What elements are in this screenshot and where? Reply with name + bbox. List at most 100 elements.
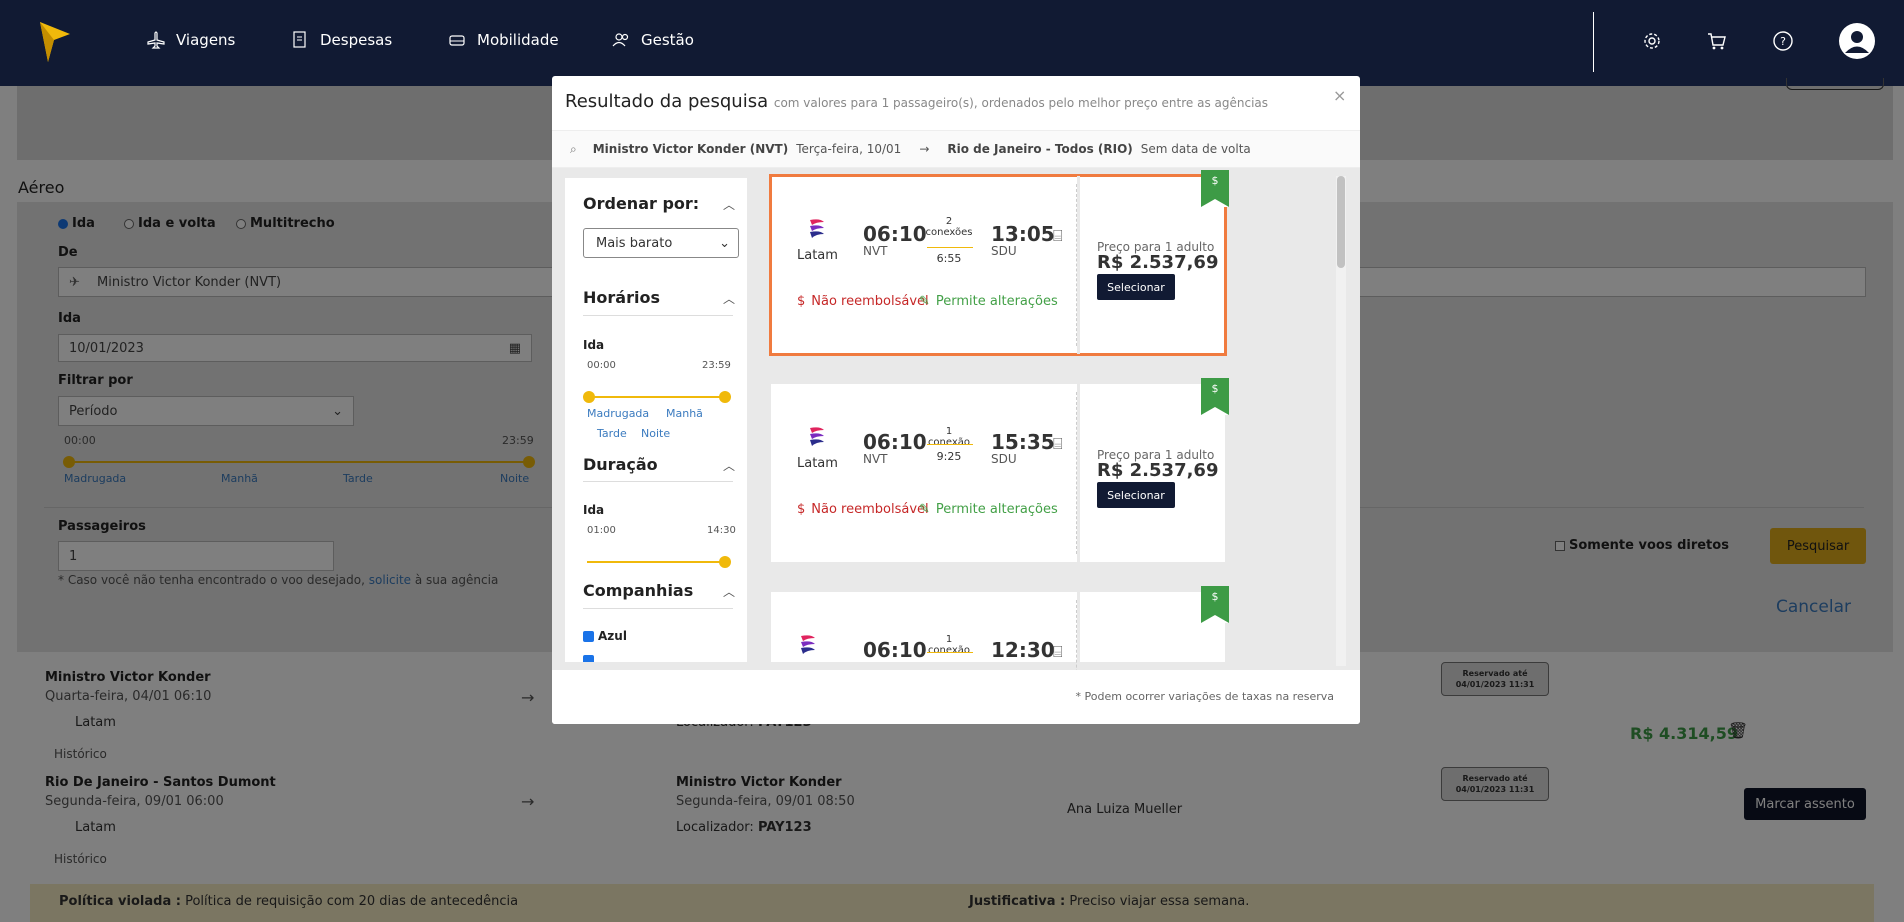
- car-icon: [449, 35, 465, 46]
- best-price-badge: $: [1201, 586, 1229, 623]
- airline: Latam: [797, 216, 838, 263]
- slider-handle-end[interactable]: [719, 556, 731, 568]
- edit-icon: ✎: [919, 294, 930, 309]
- chevron-up-icon[interactable]: ︿: [723, 583, 735, 600]
- plane-icon: [147, 31, 165, 49]
- modal-footer: * Podem ocorrer variações de taxas na re…: [552, 670, 1360, 724]
- arrival-code: SDU: [991, 244, 1017, 258]
- top-navbar: Viagens Despesas Mobilidade Gestão ?: [0, 0, 1904, 86]
- connections: 2 conexões: [925, 216, 973, 238]
- duration-title: Duração: [583, 455, 658, 474]
- order-title: Ordenar por:: [583, 194, 700, 213]
- close-icon[interactable]: ×: [1333, 86, 1346, 105]
- footer-note: * Podem ocorrer variações de taxas na re…: [1075, 690, 1334, 703]
- latam-logo-icon: [810, 427, 825, 446]
- changes-status: ✎ Permite alterações: [919, 294, 1058, 309]
- gear-icon[interactable]: [1641, 30, 1663, 52]
- arrival-time: 15:35: [991, 430, 1055, 454]
- card-dashed-divider: [1076, 184, 1077, 346]
- schedule-ida: Ida: [583, 338, 605, 352]
- divider: [583, 315, 733, 316]
- slider-handle-end[interactable]: [719, 391, 731, 403]
- avatar-icon[interactable]: [1838, 22, 1876, 60]
- nav-mobilidade[interactable]: Mobilidade: [447, 30, 559, 50]
- luggage-icon: ⌸: [1053, 434, 1063, 453]
- chevron-up-icon[interactable]: ︿: [723, 290, 735, 307]
- dur-end: 14:30: [707, 525, 736, 536]
- dollar-icon: $: [797, 294, 806, 309]
- luggage-icon: ⌸: [1053, 226, 1063, 245]
- company-checkbox[interactable]: [583, 655, 594, 662]
- svg-text:?: ?: [1780, 35, 1786, 48]
- search-icon: ⌕: [570, 141, 577, 156]
- route-summary: ⌕ Ministro Victor Konder (NVT) Terça-fei…: [552, 130, 1360, 168]
- arrow-right-icon: →: [919, 142, 930, 156]
- chevron-up-icon[interactable]: ︿: [723, 457, 735, 474]
- price: R$ 2.537,69: [1097, 460, 1219, 481]
- refund-status: $ Não reembolsável: [797, 294, 929, 309]
- departure-time: 06:10: [863, 430, 927, 454]
- departure-code: NVT: [863, 244, 888, 258]
- card-divider: [1077, 176, 1080, 354]
- logo-icon[interactable]: [38, 20, 72, 68]
- period-madrugada[interactable]: Madrugada: [587, 407, 649, 420]
- flight-card[interactable]: Latam 06:10 NVT 1 conexão 9:25 15:35 SDU…: [771, 378, 1229, 562]
- chevron-up-icon[interactable]: ︿: [723, 196, 735, 213]
- duration: 9:25: [936, 450, 962, 463]
- companies-title: Companhias: [583, 581, 694, 600]
- navbar-divider: [1593, 12, 1594, 72]
- nav-viagens[interactable]: Viagens: [146, 30, 235, 50]
- schedule-slider[interactable]: [589, 396, 725, 398]
- route-line: [927, 247, 973, 248]
- departure-time: 06:10: [863, 222, 927, 246]
- slider-handle-start[interactable]: [583, 391, 595, 403]
- latam-logo-icon: [801, 635, 815, 654]
- company-azul-checkbox[interactable]: Azul: [583, 629, 627, 643]
- sched-start: 00:00: [587, 360, 616, 371]
- nav-despesas[interactable]: Despesas: [290, 30, 392, 50]
- select-button[interactable]: Selecionar: [1097, 274, 1175, 300]
- duration: 6:55: [936, 252, 962, 265]
- best-price-badge: $: [1201, 378, 1229, 415]
- refund-status: $ Não reembolsável: [797, 502, 929, 517]
- scrollbar[interactable]: [1336, 176, 1346, 666]
- arrival-time: 12:30: [991, 638, 1055, 662]
- nav-gestao[interactable]: Gestão: [611, 30, 694, 50]
- filters-panel: Ordenar por: ︿ Mais barato ⌄ Horários ︿ I…: [565, 178, 747, 662]
- route-line: [927, 652, 973, 653]
- duration-slider[interactable]: [587, 561, 725, 563]
- changes-status: ✎ Permite alterações: [919, 502, 1058, 517]
- route-line: [927, 444, 973, 445]
- chevron-down-icon: ⌄: [719, 235, 730, 251]
- card-divider: [1077, 384, 1080, 562]
- duration-ida: Ida: [583, 503, 605, 517]
- latam-logo-icon: [810, 219, 825, 238]
- divider: [583, 608, 733, 609]
- receipt-icon: [293, 31, 306, 48]
- departure-time: 06:10: [863, 638, 927, 662]
- departure-code: NVT: [863, 452, 888, 466]
- help-icon[interactable]: ?: [1772, 30, 1794, 52]
- period-noite[interactable]: Noite: [641, 427, 670, 440]
- flight-card[interactable]: 06:10 1 conexão 12:30 ⌸ $: [771, 586, 1229, 724]
- divider: [583, 481, 733, 482]
- sched-end: 23:59: [702, 360, 731, 371]
- modal-title: Resultado da pesquisa com valores para 1…: [565, 91, 1269, 112]
- luggage-icon: ⌸: [1053, 642, 1063, 661]
- airline: [797, 632, 819, 664]
- period-manha[interactable]: Manhã: [666, 407, 703, 420]
- airline: Latam: [797, 424, 838, 471]
- flight-card[interactable]: Latam 06:10 NVT 2 conexões 6:55 13:05 SD…: [769, 170, 1229, 356]
- price: R$ 2.537,69: [1097, 252, 1219, 273]
- dollar-icon: $: [797, 502, 806, 517]
- period-tarde[interactable]: Tarde: [597, 427, 627, 440]
- cart-icon[interactable]: [1706, 30, 1728, 52]
- dur-start: 01:00: [587, 525, 616, 536]
- scrollbar-thumb[interactable]: [1337, 176, 1345, 268]
- select-button[interactable]: Selecionar: [1097, 482, 1175, 508]
- modal-body: Ordenar por: ︿ Mais barato ⌄ Horários ︿ I…: [552, 168, 1360, 724]
- arrival-code: SDU: [991, 452, 1017, 466]
- best-price-badge: $: [1201, 170, 1229, 207]
- order-select[interactable]: Mais barato ⌄: [583, 228, 739, 258]
- card-dashed-divider: [1076, 392, 1077, 554]
